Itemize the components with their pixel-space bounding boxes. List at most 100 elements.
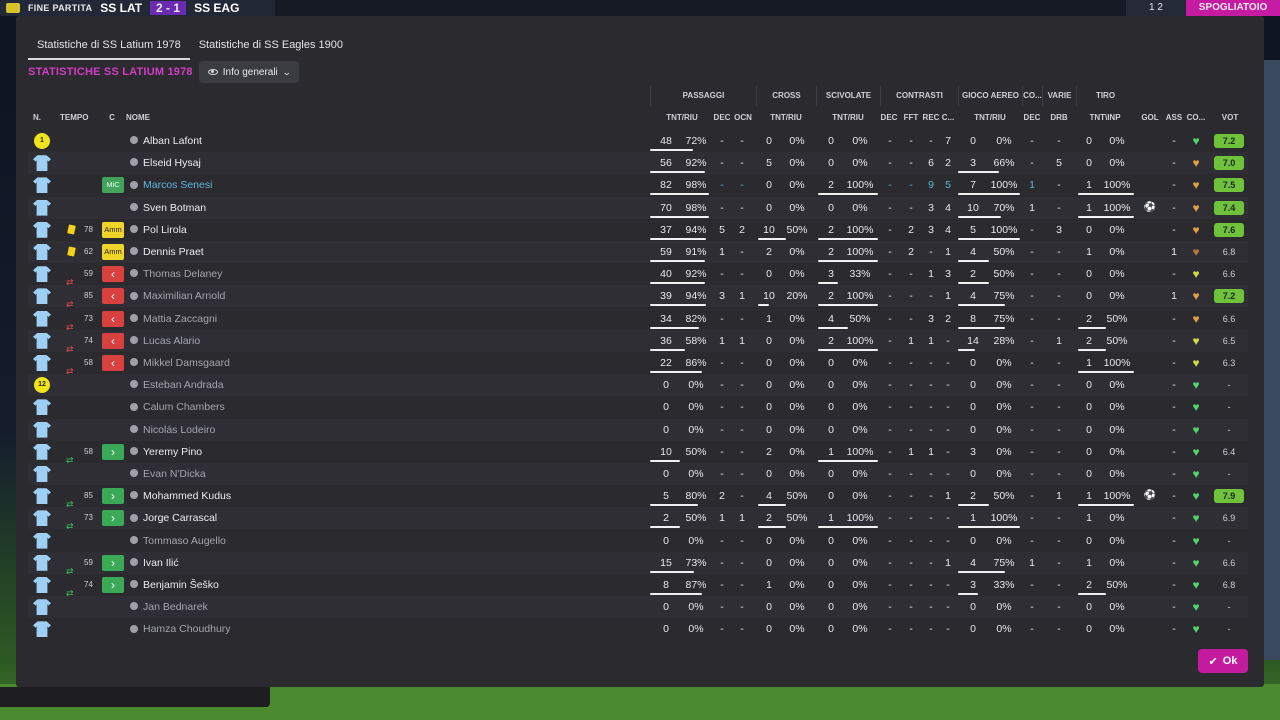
header-cross_tr[interactable]: TNT/RIU (758, 108, 814, 128)
header-ass[interactable]: ASS (1162, 108, 1186, 128)
player-name[interactable]: Mohammed Kudus (143, 490, 231, 502)
player-row[interactable]: Sven Botman 70 98% - -0 0% 0 0% - -3 4 10 70% 1-1 100%… (28, 196, 1248, 219)
role-tag-out[interactable]: ‹ (102, 266, 124, 283)
header-pass_dec[interactable]: DEC (712, 108, 732, 128)
player-row[interactable]: ⇄ 74 ‹ Lucas Alario 36 58% 1 1 0 0% 2 100% -1 1-14 28%… (28, 329, 1248, 352)
tab-eagles-stats[interactable]: Statistiche di SS Eagles 1900 (190, 36, 352, 60)
header-con_c[interactable]: C... (940, 108, 956, 128)
player-name-cell[interactable]: Lucas Alario (130, 330, 330, 352)
player-row[interactable]: ⇄ 59 ‹ Thomas Delaney 40 92% - -0 0% 3 33% - -1 3 2 50%… (28, 263, 1248, 285)
player-row[interactable]: ⇄ 85 › Mohammed Kudus 5 80% 2-4 50% 0 0% - - -1 2 50% -… (28, 485, 1248, 507)
role-tag-out[interactable]: ‹ (102, 310, 124, 327)
role-tag-in[interactable]: › (102, 443, 124, 460)
role-tag-out[interactable]: ‹ (102, 332, 124, 349)
header-co_dec[interactable]: DEC (1022, 108, 1042, 128)
player-name[interactable]: Ivan Ilić (143, 557, 179, 569)
player-name-cell[interactable]: Jan Bednarek (130, 596, 330, 618)
player-name-cell[interactable]: Nicolás Lodeiro (130, 419, 330, 441)
header-con_rec[interactable]: REC (922, 108, 940, 128)
player-name-cell[interactable]: Pol Lirola (130, 219, 330, 241)
header-gol[interactable]: GOL (1138, 108, 1162, 128)
player-name-cell[interactable]: Benjamin Šeško (130, 574, 330, 596)
player-row[interactable]: 1 Alban Lafont 48 72% - -0 0% 0 0% - - -7 0 0% - -0 0% - ♥… (28, 130, 1248, 152)
pagination[interactable]: 1 2 (1126, 0, 1186, 16)
header-sciv_tr[interactable]: TNT/RIU (818, 108, 878, 128)
player-row[interactable]: ⇄ 73 › Jorge Carrascal 2 50% 1 1 2 50% 1 100% - - - -1 1… (28, 507, 1248, 530)
view-dropdown[interactable]: Info generali ⌄ (198, 61, 300, 83)
player-row[interactable]: Nicolás Lodeiro 0 0% - -0 0% 0 0% - - - -0 0% - -0 0% - ♥… (28, 418, 1248, 441)
header-cond[interactable]: CO... (1184, 108, 1208, 128)
role-tag-in[interactable]: › (102, 510, 124, 527)
player-name-cell[interactable]: Hamza Choudhury (130, 618, 330, 640)
header-tiro_tr[interactable]: TNT\INP (1076, 108, 1134, 128)
player-name[interactable]: Marcos Senesi (143, 179, 212, 191)
player-name-cell[interactable]: Calum Chambers (130, 396, 330, 418)
player-name[interactable]: Jorge Carrascal (143, 512, 217, 524)
player-name[interactable]: Dennis Praet (143, 246, 204, 258)
player-name[interactable]: Yeremy Pino (143, 446, 202, 458)
player-name[interactable]: Maximilian Arnold (143, 290, 225, 302)
player-name-cell[interactable]: Mattia Zaccagni (130, 308, 330, 330)
player-row[interactable]: Evan N'Dicka 0 0% - - 0 0% 0 0% - - - - 0 0% - - 0 0% - ♥ - (28, 463, 1248, 485)
header-c[interactable]: C (104, 108, 120, 128)
header-pass_tr[interactable]: TNT/RIU (650, 108, 714, 128)
player-name[interactable]: Sven Botman (143, 202, 206, 214)
header-n[interactable]: N. (33, 108, 53, 128)
header-var_drb[interactable]: DRB (1044, 108, 1074, 128)
player-row[interactable]: Jan Bednarek 0 0% - -0 0% 0 0% - - - -0 0% - -0 0% - ♥ - (28, 596, 1248, 619)
player-name-cell[interactable]: Thomas Delaney (130, 263, 330, 285)
player-name-cell[interactable]: Marcos Senesi (130, 174, 330, 196)
player-name-cell[interactable]: Evan N'Dicka (130, 463, 330, 485)
player-name-cell[interactable]: Sven Botman (130, 197, 330, 219)
player-row[interactable]: ⇄ 58 ‹ Mikkel Damsgaard 22 86% - -0 0% 0 0% - - - -0 0%… (28, 352, 1248, 374)
player-row[interactable]: 78 Amm Pol Lirola 37 94% 5 2 10 50% 2 100% -2 3 4 5 100… (28, 219, 1248, 241)
player-name-cell[interactable]: Dennis Praet (130, 241, 330, 263)
player-row[interactable]: ⇄ 58 › Yeremy Pino 10 50% - -2 0% 1 100% -1 1-3 0% - -0… (28, 441, 1248, 463)
player-name[interactable]: Esteban Andrada (143, 379, 224, 391)
header-tempo[interactable]: TEMPO (60, 108, 100, 128)
role-tag-in[interactable]: › (102, 577, 124, 593)
header-nome[interactable]: NOME (126, 108, 186, 128)
player-name-cell[interactable]: Mohammed Kudus (130, 485, 330, 507)
player-name[interactable]: Mikkel Damsgaard (143, 357, 230, 369)
ok-button[interactable]: ✔ Ok (1198, 649, 1248, 673)
player-row[interactable]: Hamza Choudhury 0 0% - -0 0% 0 0% - - - -0 0% - -0 0% - ♥… (28, 618, 1248, 640)
player-name[interactable]: Mattia Zaccagni (143, 313, 217, 325)
player-name[interactable]: Tommaso Augello (143, 535, 226, 547)
role-tag-in[interactable]: › (102, 554, 124, 571)
player-name[interactable]: Nicolás Lodeiro (143, 424, 215, 436)
player-name[interactable]: Benjamin Šeško (143, 579, 219, 591)
player-name[interactable]: Elseid Hysaj (143, 157, 201, 169)
tab-latium-stats[interactable]: Statistiche di SS Latium 1978 (28, 36, 190, 60)
player-row[interactable]: 62 Amm Dennis Praet 59 91% 1-2 0% 2 100% -2-1 4 50%… (28, 241, 1248, 263)
header-vot[interactable]: VOT (1210, 108, 1250, 128)
player-name-cell[interactable]: Maximilian Arnold (130, 285, 330, 307)
header-con_fft[interactable]: FFT (902, 108, 920, 128)
player-name-cell[interactable]: Yeremy Pino (130, 441, 330, 463)
player-row[interactable]: Calum Chambers 0 0% - -0 0% 0 0% - - - -0 0% - -0 0% - ♥ - (28, 396, 1248, 418)
player-name-cell[interactable]: Mikkel Damsgaard (130, 352, 330, 374)
player-name-cell[interactable]: Esteban Andrada (130, 374, 330, 396)
dressing-room-button[interactable]: SPOGLIATOIO (1186, 0, 1280, 16)
player-name-cell[interactable]: Ivan Ilić (130, 552, 330, 574)
header-con_dec[interactable]: DEC (880, 108, 898, 128)
player-row[interactable]: ⇄ 73 ‹ Mattia Zaccagni 34 82% - -1 0% 4 50% - -3 2 8 75… (28, 308, 1248, 330)
player-name[interactable]: Thomas Delaney (143, 268, 222, 280)
player-row[interactable]: Elseid Hysaj 56 92% - -5 0% 0 0% - -6 2 3 66% -5 0 0% - ♥… (28, 152, 1248, 175)
player-row[interactable]: Tommaso Augello 0 0% - -0 0% 0 0% - - - -0 0% - -0 0% - ♥… (28, 530, 1248, 552)
player-name-cell[interactable]: Tommaso Augello (130, 530, 330, 552)
player-row[interactable]: ⇄ 74 › Benjamin Šeško 8 87% - -1 0% 0 0% - - - -3 33% - -… (28, 574, 1248, 596)
player-name-cell[interactable]: Alban Lafont (130, 130, 330, 152)
player-name[interactable]: Lucas Alario (143, 335, 200, 347)
header-pass_ocn[interactable]: OCN (732, 108, 754, 128)
role-tag-out[interactable]: ‹ (102, 355, 124, 371)
player-name-cell[interactable]: Elseid Hysaj (130, 152, 330, 174)
player-name-cell[interactable]: Jorge Carrascal (130, 507, 330, 529)
player-row[interactable]: MiC Marcos Senesi 82 98% - -0 0% 2 100% - -9 5 7 100%… (28, 174, 1248, 196)
player-name[interactable]: Hamza Choudhury (143, 623, 231, 635)
role-tag-out[interactable]: ‹ (102, 288, 124, 305)
player-name[interactable]: Alban Lafont (143, 135, 202, 147)
player-row[interactable]: ⇄ 85 ‹ Maximilian Arnold 39 94% 3 1 10 20% 2 100% - -… (28, 285, 1248, 308)
player-name[interactable]: Evan N'Dicka (143, 468, 206, 480)
player-name[interactable]: Jan Bednarek (143, 601, 208, 613)
